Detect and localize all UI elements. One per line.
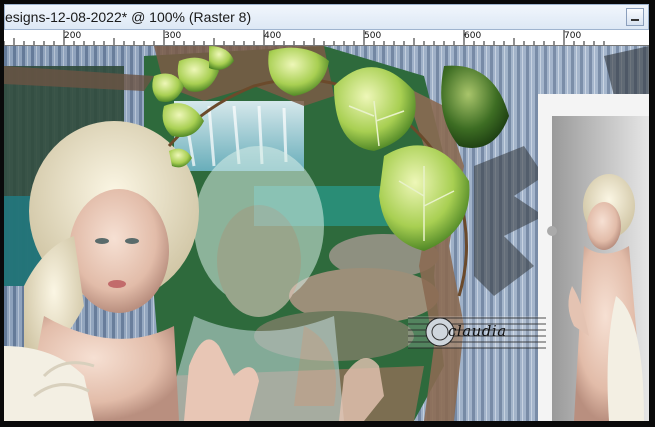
ruler-label-500: 500 — [364, 31, 382, 41]
window-bottom-border — [0, 421, 655, 427]
image-canvas[interactable]: claudia — [4, 46, 649, 421]
ruler-ticks — [4, 30, 605, 45]
artwork — [4, 46, 649, 421]
ruler-label-300: 300 — [164, 31, 182, 41]
minimize-button[interactable] — [626, 8, 644, 26]
watermark-text: claudia — [448, 322, 507, 340]
ruler-label-400: 400 — [264, 31, 282, 41]
ruler-label-700: 700 — [564, 31, 582, 41]
horizontal-ruler[interactable]: 200 300 400 500 600 700 — [4, 30, 649, 46]
claudia-watermark: claudia — [408, 310, 546, 354]
document-title: esigns-12-08-2022* @ 100% (Raster 8) — [5, 9, 252, 25]
ruler-label-600: 600 — [464, 31, 482, 41]
document-title-bar[interactable]: esigns-12-08-2022* @ 100% (Raster 8) — [4, 4, 649, 30]
ruler-label-200: 200 — [64, 31, 82, 41]
minimize-icon — [631, 19, 639, 21]
app-window: esigns-12-08-2022* @ 100% (Raster 8) 200… — [0, 0, 655, 427]
